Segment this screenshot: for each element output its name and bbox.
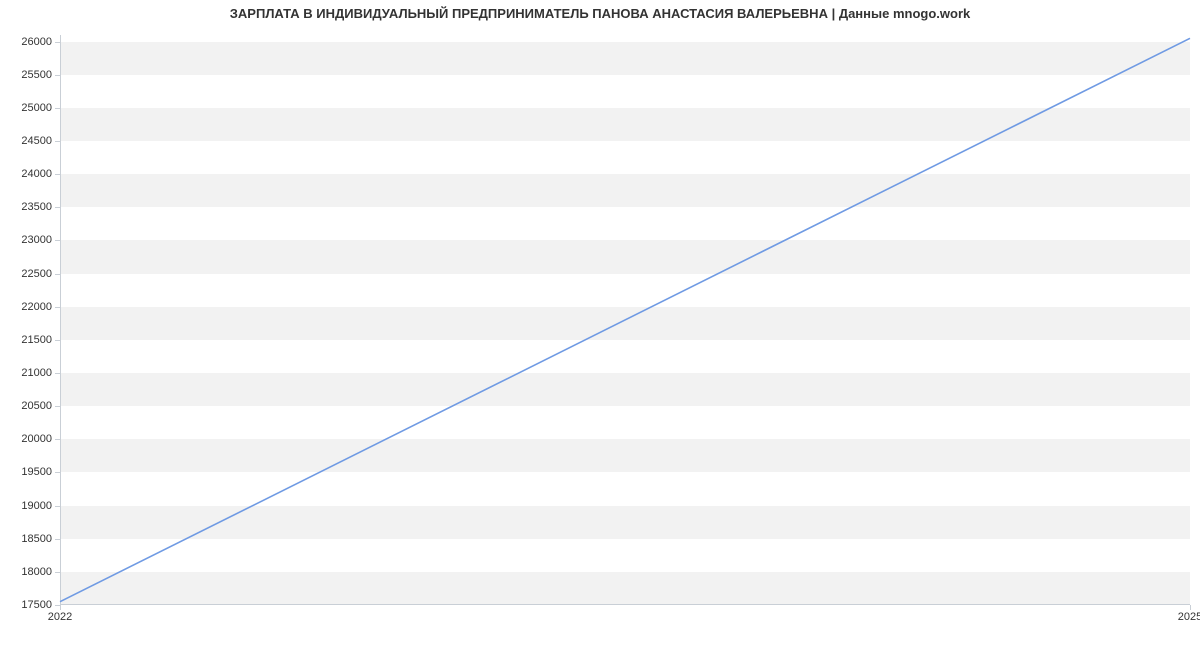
y-tick-mark xyxy=(55,506,60,507)
y-tick-mark xyxy=(55,207,60,208)
x-tick-label: 2022 xyxy=(48,611,72,623)
y-tick-mark xyxy=(55,240,60,241)
line-layer xyxy=(60,35,1190,605)
y-tick-label: 24500 xyxy=(21,135,52,147)
y-tick-label: 18000 xyxy=(21,566,52,578)
y-tick-mark xyxy=(55,174,60,175)
y-tick-label: 25500 xyxy=(21,69,52,81)
y-tick-mark xyxy=(55,274,60,275)
x-tick-mark xyxy=(1190,605,1191,610)
y-tick-mark xyxy=(55,439,60,440)
y-tick-mark xyxy=(55,472,60,473)
y-tick-mark xyxy=(55,141,60,142)
plot-area: 1750018000185001900019500200002050021000… xyxy=(60,35,1190,605)
y-tick-label: 19500 xyxy=(21,466,52,478)
y-tick-mark xyxy=(55,539,60,540)
y-tick-label: 19000 xyxy=(21,500,52,512)
y-tick-label: 20500 xyxy=(21,400,52,412)
y-tick-label: 20000 xyxy=(21,433,52,445)
y-tick-label: 25000 xyxy=(21,102,52,114)
y-tick-label: 21000 xyxy=(21,367,52,379)
y-tick-mark xyxy=(55,42,60,43)
y-tick-label: 22000 xyxy=(21,301,52,313)
y-tick-label: 23500 xyxy=(21,201,52,213)
y-tick-mark xyxy=(55,108,60,109)
y-tick-label: 17500 xyxy=(21,599,52,611)
y-tick-mark xyxy=(55,340,60,341)
y-tick-label: 18500 xyxy=(21,533,52,545)
y-tick-mark xyxy=(55,406,60,407)
y-tick-label: 23000 xyxy=(21,234,52,246)
chart-container: ЗАРПЛАТА В ИНДИВИДУАЛЬНЫЙ ПРЕДПРИНИМАТЕЛ… xyxy=(0,0,1200,650)
y-tick-mark xyxy=(55,75,60,76)
y-tick-mark xyxy=(55,572,60,573)
y-tick-mark xyxy=(55,373,60,374)
y-tick-mark xyxy=(55,307,60,308)
x-tick-label: 2025 xyxy=(1178,611,1200,623)
chart-title: ЗАРПЛАТА В ИНДИВИДУАЛЬНЫЙ ПРЕДПРИНИМАТЕЛ… xyxy=(0,6,1200,21)
y-tick-label: 26000 xyxy=(21,36,52,48)
y-tick-label: 24000 xyxy=(21,168,52,180)
y-tick-label: 21500 xyxy=(21,334,52,346)
y-tick-label: 22500 xyxy=(21,268,52,280)
x-tick-mark xyxy=(60,605,61,610)
series-line xyxy=(60,38,1190,601)
